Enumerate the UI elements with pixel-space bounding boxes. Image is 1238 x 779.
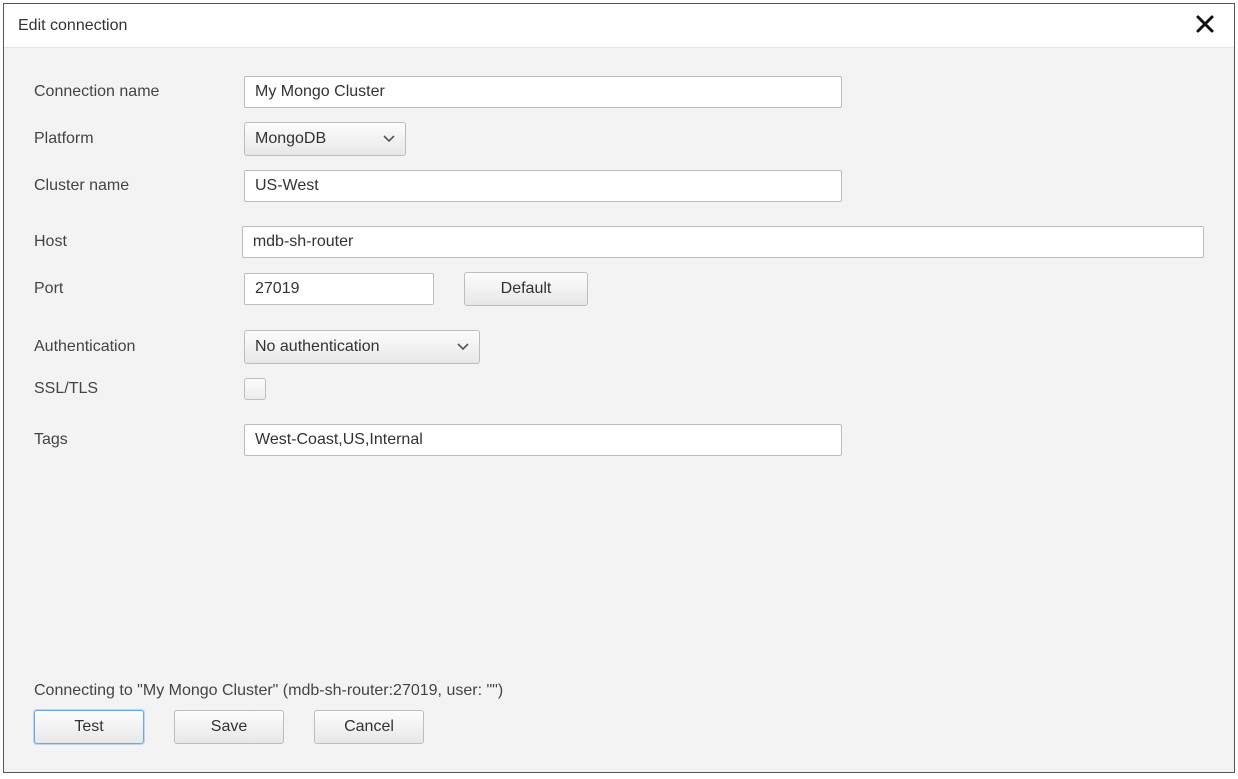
platform-select-value: MongoDB — [255, 130, 326, 148]
cluster-name-input[interactable] — [244, 170, 842, 202]
label-cluster-name: Cluster name — [34, 177, 244, 195]
label-host: Host — [34, 233, 242, 251]
row-cluster-name: Cluster name — [34, 170, 1204, 202]
label-authentication: Authentication — [34, 338, 244, 356]
row-authentication: Authentication No authentication — [34, 330, 1204, 364]
authentication-select[interactable]: No authentication — [244, 330, 480, 364]
default-port-button-label: Default — [501, 280, 552, 298]
dialog-titlebar: Edit connection — [4, 4, 1234, 48]
row-host: Host — [34, 226, 1204, 258]
test-button[interactable]: Test — [34, 710, 144, 744]
authentication-select-value: No authentication — [255, 338, 380, 356]
dialog-footer: Connecting to "My Mongo Cluster" (mdb-sh… — [34, 682, 1204, 760]
row-connection-name: Connection name — [34, 76, 1204, 108]
dialog-title: Edit connection — [18, 17, 1190, 35]
cancel-button-label: Cancel — [344, 718, 394, 736]
chevron-down-icon — [457, 343, 469, 351]
cancel-button[interactable]: Cancel — [314, 710, 424, 744]
label-tags: Tags — [34, 431, 244, 449]
port-input[interactable] — [244, 273, 434, 305]
ssl-tls-checkbox[interactable] — [244, 378, 266, 400]
default-port-button[interactable]: Default — [464, 272, 588, 306]
platform-select[interactable]: MongoDB — [244, 122, 406, 156]
save-button-label: Save — [211, 718, 247, 736]
connection-form: Connection name Platform MongoDB Cluster… — [34, 76, 1204, 682]
label-platform: Platform — [34, 130, 244, 148]
label-connection-name: Connection name — [34, 83, 244, 101]
save-button[interactable]: Save — [174, 710, 284, 744]
connection-name-input[interactable] — [244, 76, 842, 108]
footer-button-row: Test Save Cancel — [34, 710, 1204, 744]
row-platform: Platform MongoDB — [34, 122, 1204, 156]
edit-connection-dialog: Edit connection Connection name Platform… — [3, 3, 1235, 773]
row-port: Port Default — [34, 272, 1204, 306]
host-input[interactable] — [242, 226, 1204, 258]
row-tags: Tags — [34, 424, 1204, 456]
test-button-label: Test — [74, 718, 103, 736]
tags-input[interactable] — [244, 424, 842, 456]
row-ssl-tls: SSL/TLS — [34, 378, 1204, 400]
dialog-body: Connection name Platform MongoDB Cluster… — [4, 48, 1234, 772]
close-icon[interactable] — [1190, 11, 1220, 41]
label-port: Port — [34, 280, 244, 298]
label-ssl-tls: SSL/TLS — [34, 380, 244, 398]
chevron-down-icon — [383, 135, 395, 143]
connection-status-text: Connecting to "My Mongo Cluster" (mdb-sh… — [34, 682, 1204, 700]
